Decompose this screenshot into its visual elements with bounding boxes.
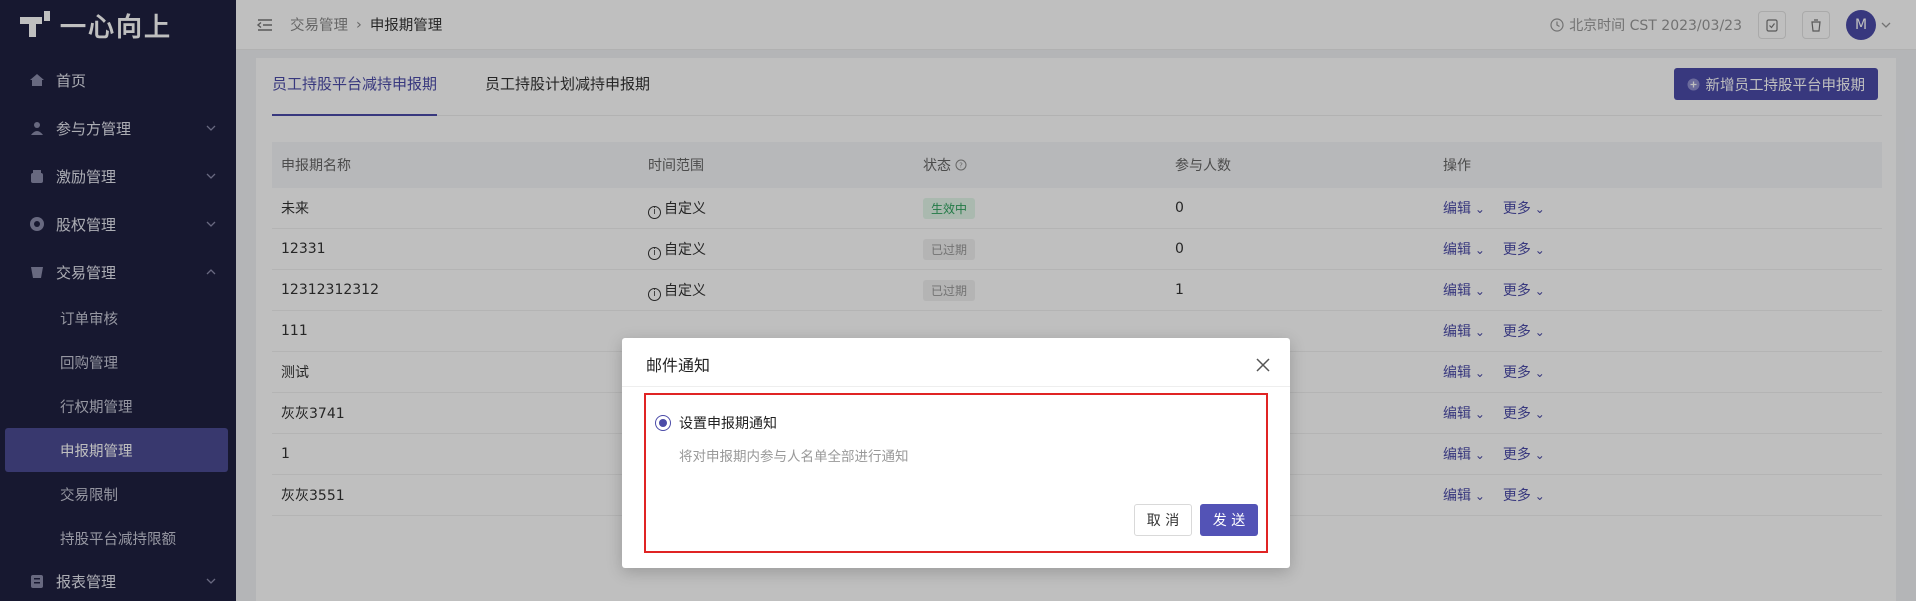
- email-notify-dialog: 邮件通知 设置申报期通知 将对申报期内参与人名单全部进行通知 取 消 发 送: [622, 338, 1290, 568]
- cancel-button[interactable]: 取 消: [1134, 504, 1192, 536]
- dialog-title: 邮件通知: [646, 356, 711, 375]
- radio-selected-icon[interactable]: [655, 415, 671, 431]
- send-button[interactable]: 发 送: [1200, 504, 1258, 536]
- close-icon[interactable]: [1254, 356, 1272, 374]
- dialog-divider: [622, 386, 1290, 387]
- notify-option-label: 设置申报期通知: [679, 416, 777, 432]
- notify-option-description: 将对申报期内参与人名单全部进行通知: [679, 449, 909, 465]
- notify-option[interactable]: 设置申报期通知: [655, 413, 777, 433]
